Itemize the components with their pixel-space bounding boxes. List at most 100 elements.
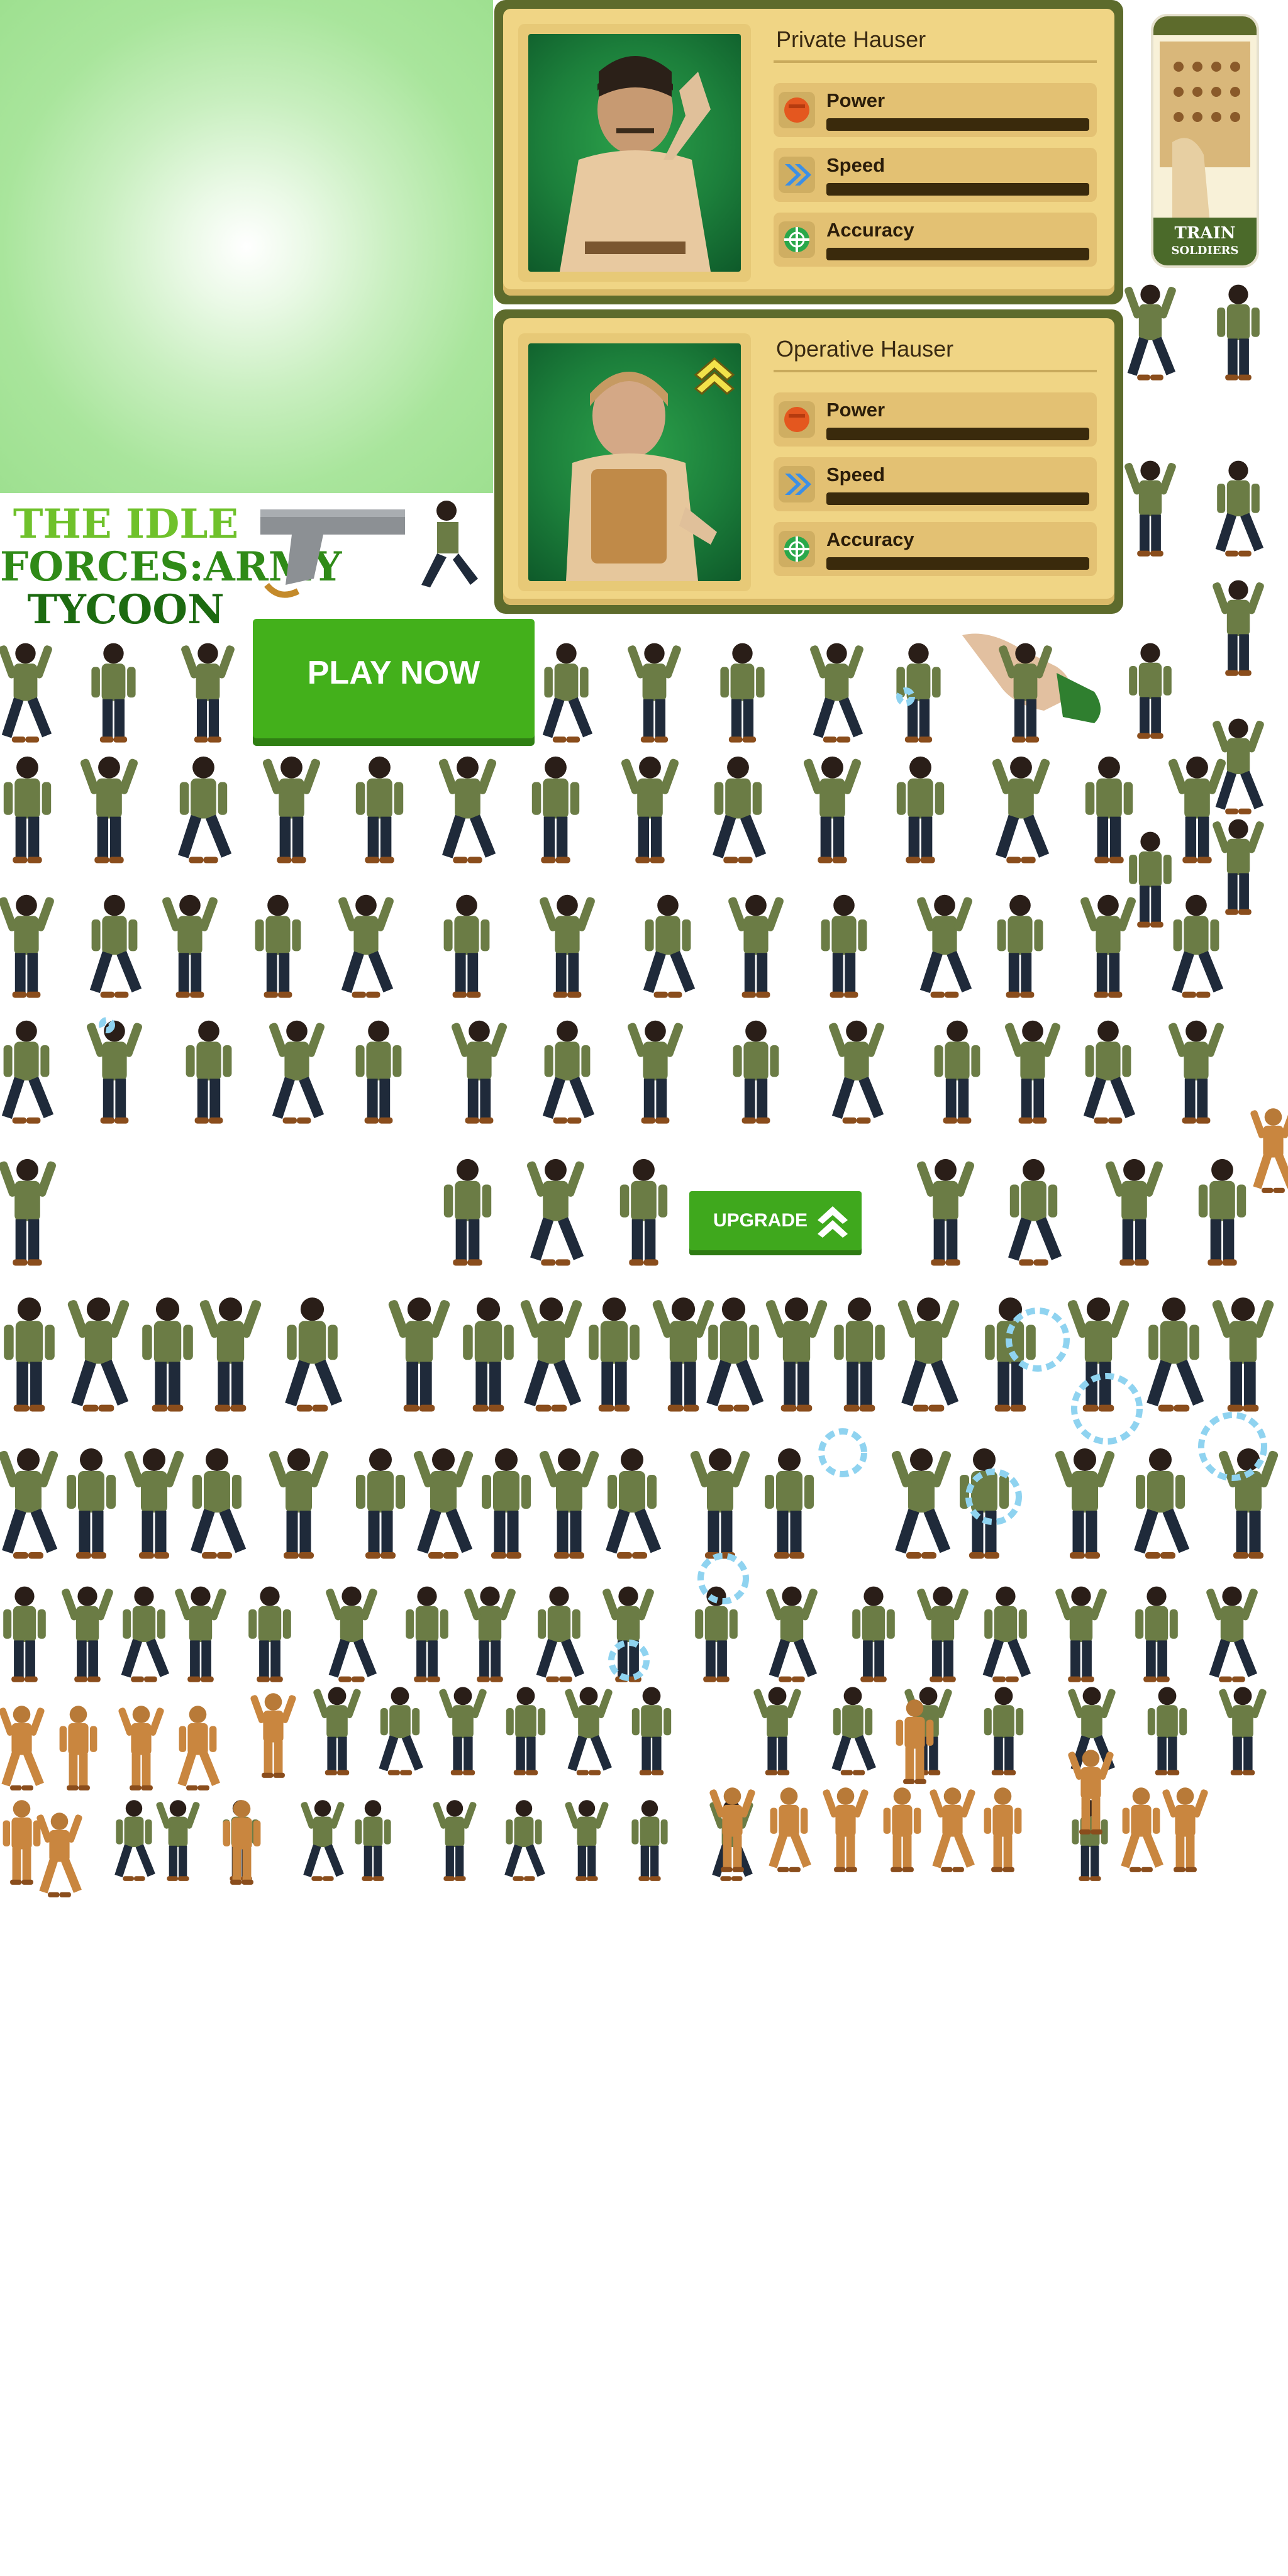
soldier-sprite [301, 1800, 345, 1881]
soldier-sprite [803, 756, 862, 863]
soldier-sprite [62, 1586, 113, 1682]
soldier-sprite [338, 894, 394, 998]
soldier-sprite [720, 643, 765, 743]
armored-soldier-sprite [823, 1787, 869, 1872]
soldier-sprite [897, 1297, 960, 1412]
soldier-sprite [753, 1687, 801, 1775]
soldier-sprite [621, 756, 679, 863]
soldier-sprite [388, 1297, 450, 1412]
soldier-sprite [0, 643, 52, 743]
soldier-sprite [526, 1158, 585, 1266]
soldier-sprite [652, 1297, 714, 1412]
soldier-sprite [464, 1586, 516, 1682]
soldier-sprite [713, 756, 767, 863]
soldier-sprite [142, 1297, 193, 1412]
soldier-sprite [3, 1586, 46, 1682]
soldier-sprite [834, 1297, 885, 1412]
soldier-sprite [0, 1448, 58, 1559]
armored-soldier-sprite [769, 1787, 811, 1872]
soldier-sprite [269, 1020, 325, 1124]
soldier-sprite [706, 1297, 764, 1412]
soldier-sprite [1198, 1158, 1246, 1266]
soldier-sprite [285, 1297, 343, 1412]
soldier-sprite [1213, 580, 1264, 676]
soldier-sprite [1083, 1020, 1136, 1124]
armored-soldier-sprite [177, 1706, 220, 1790]
soldier-sprite [186, 1020, 232, 1124]
soldier-sprite [1146, 1297, 1204, 1412]
armored-soldier-sprite [0, 1706, 45, 1790]
soldier-sprite [191, 1448, 247, 1559]
soldier-sprite [433, 1800, 477, 1881]
soldier-sprite [181, 643, 235, 743]
soldier-sprite [606, 1448, 662, 1559]
soldier-sprite [628, 643, 681, 743]
soldier-sprite [91, 643, 136, 743]
soldier-sprite [1055, 1448, 1115, 1559]
soldier-sprite [67, 1297, 130, 1412]
soldier-sprite [379, 1687, 423, 1775]
soldier-sprite [565, 1687, 613, 1775]
soldier-sprite [463, 1297, 514, 1412]
soldier-sprite [539, 1448, 599, 1559]
soldier-sprite [506, 1687, 546, 1775]
soldier-sprite [536, 1586, 585, 1682]
soldier-sprite [1080, 894, 1136, 998]
soldier-sprite [355, 1020, 402, 1124]
soldier-sprite [1168, 756, 1226, 863]
soldier-sprite [765, 1297, 828, 1412]
soldier-sprite [1215, 460, 1264, 557]
soldier-sprite [175, 1586, 226, 1682]
soldier-sprite-sheet [0, 284, 1288, 1897]
soldier-sprite [542, 1020, 595, 1124]
soldier-sprite [917, 1586, 969, 1682]
soldier-sprite [1219, 1687, 1267, 1775]
soldier-sprite [619, 1158, 668, 1266]
soldier-sprite [1213, 819, 1264, 915]
armored-soldier-sprite [118, 1706, 164, 1790]
soldier-sprite [67, 1448, 116, 1559]
soldier-sprite [255, 894, 301, 998]
soldier-sprite [531, 756, 580, 863]
soldier-sprite [443, 1158, 492, 1266]
soldier-sprite [4, 1297, 55, 1412]
soldier-sprite [631, 1800, 668, 1881]
armored-soldier-sprite [1121, 1787, 1163, 1872]
soldier-sprite [542, 643, 593, 743]
soldier-sprite [982, 1586, 1031, 1682]
soldier-sprite [829, 1020, 884, 1124]
soldier-sprite [1005, 1020, 1060, 1124]
armored-soldier-sprite [984, 1787, 1022, 1872]
soldier-sprite [87, 1020, 142, 1124]
armored-soldier-sprite [59, 1706, 97, 1790]
soldier-sprite [80, 756, 138, 863]
armored-soldier-sprite [930, 1787, 975, 1872]
armored-soldier-sprite [250, 1693, 296, 1778]
soldier-sprite [540, 894, 595, 998]
soldier-sprite [3, 756, 52, 863]
soldier-sprite [124, 1448, 184, 1559]
armored-soldier-sprite [1162, 1787, 1208, 1872]
armored-soldier-sprite [36, 1813, 82, 1897]
soldier-sprite [934, 1020, 980, 1124]
soldier-sprite [0, 1158, 57, 1266]
soldier-sprite [1124, 284, 1176, 380]
soldier-sprite [89, 894, 142, 998]
soldier-sprite [162, 894, 218, 998]
soldier-sprite [1129, 831, 1172, 928]
soldier-sprite [356, 1448, 405, 1559]
soldier-sprite [1206, 1586, 1258, 1682]
soldier-sprite [1147, 1687, 1187, 1775]
soldier-sprite [178, 756, 232, 863]
soldier-sprite [643, 894, 696, 998]
soldier-sprite [199, 1297, 262, 1412]
soldier-sprite [831, 1687, 876, 1775]
soldier-sprite [1008, 1158, 1062, 1266]
soldier-sprite [1, 1020, 54, 1124]
soldier-sprite [326, 1586, 377, 1682]
soldier-sprite [896, 756, 945, 863]
soldier-sprite [452, 1020, 507, 1124]
soldier-sprite [1171, 894, 1224, 998]
soldier-sprite [121, 1586, 170, 1682]
soldier-sprite [1212, 1297, 1274, 1412]
